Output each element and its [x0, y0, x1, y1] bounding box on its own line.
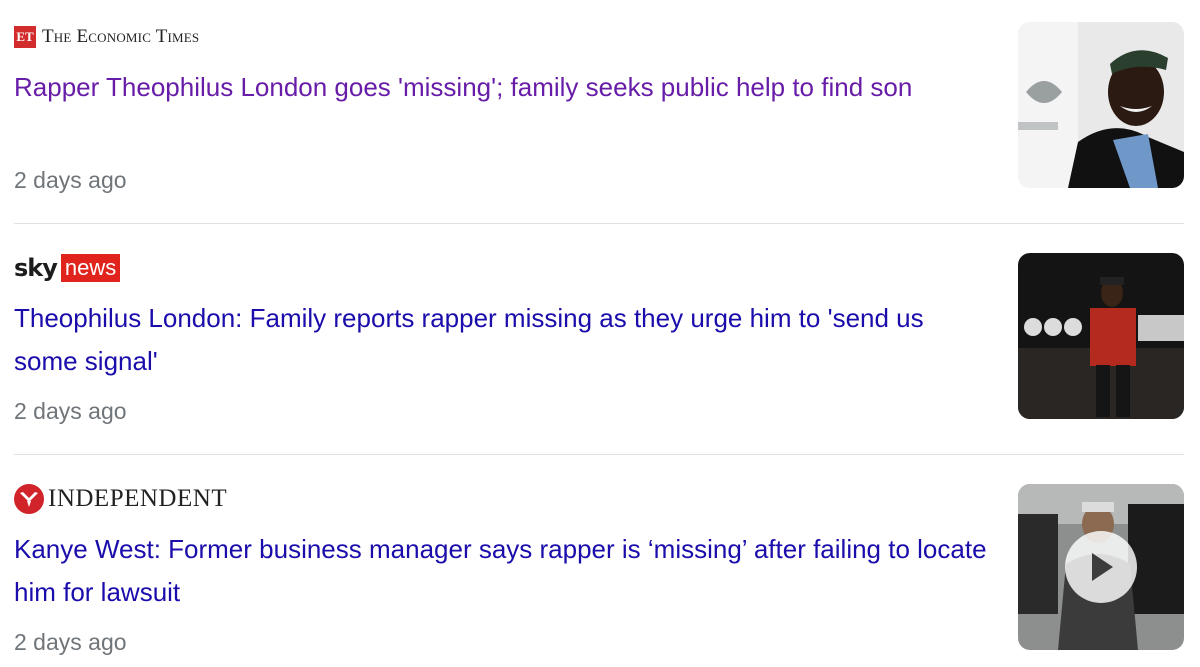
- article-timestamp: 2 days ago: [14, 398, 127, 424]
- source-sky-news[interactable]: sky news: [14, 253, 121, 283]
- source-name: The Economic Times: [42, 26, 200, 47]
- play-video-button[interactable]: [1065, 531, 1137, 603]
- news-logo-badge: news: [60, 254, 121, 282]
- sky-logo-text: sky: [14, 254, 58, 282]
- thumbnail-image-icon: [1018, 253, 1184, 419]
- article-headline-link[interactable]: Theophilus London: Family reports rapper…: [14, 297, 994, 383]
- source-independent[interactable]: INDEPENDENT: [14, 484, 227, 514]
- et-logo-icon: ET: [14, 26, 36, 48]
- article-timestamp: 2 days ago: [14, 629, 127, 655]
- news-card[interactable]: INDEPENDENT Kanye West: Former business …: [14, 462, 1184, 667]
- news-card[interactable]: ET The Economic Times Rapper Theophilus …: [14, 0, 1184, 210]
- divider: [14, 223, 1184, 224]
- news-feed: ET The Economic Times Rapper Theophilus …: [0, 0, 1200, 667]
- article-thumbnail[interactable]: [1018, 253, 1184, 419]
- source-economic-times[interactable]: ET The Economic Times: [14, 22, 199, 52]
- divider: [14, 454, 1184, 455]
- news-card[interactable]: sky news Theophilus London: Family repor…: [14, 231, 1184, 441]
- source-name: INDEPENDENT: [48, 485, 228, 512]
- article-timestamp: 2 days ago: [14, 167, 127, 193]
- thumbnail-image-icon: [1018, 22, 1184, 188]
- eagle-logo-icon: [14, 484, 44, 514]
- article-headline-link[interactable]: Kanye West: Former business manager says…: [14, 528, 994, 614]
- play-icon: [1092, 553, 1113, 581]
- article-headline-link[interactable]: Rapper Theophilus London goes 'missing';…: [14, 66, 994, 109]
- article-video-thumbnail[interactable]: [1018, 484, 1184, 650]
- article-thumbnail[interactable]: [1018, 22, 1184, 188]
